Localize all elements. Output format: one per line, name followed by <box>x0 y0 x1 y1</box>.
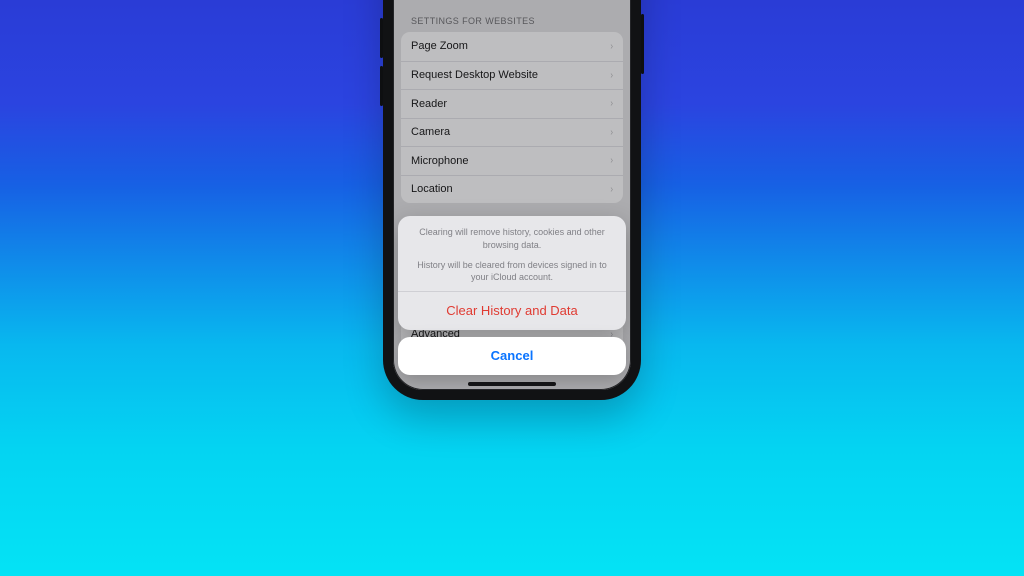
chevron-right-icon: › <box>610 41 613 52</box>
row-reader[interactable]: Reader › <box>401 89 623 118</box>
chevron-right-icon: › <box>610 98 613 109</box>
chevron-right-icon: › <box>610 127 613 138</box>
action-sheet-card: Clearing will remove history, cookies an… <box>398 216 626 330</box>
action-sheet: Clearing will remove history, cookies an… <box>398 216 626 375</box>
row-label: Camera <box>411 126 450 138</box>
section-header-websites: SETTINGS FOR WEBSITES <box>401 0 623 32</box>
phone-frame: SETTINGS FOR WEBSITES Page Zoom › Reques… <box>383 0 641 400</box>
clear-history-button[interactable]: Clear History and Data <box>398 292 626 330</box>
sheet-message-line2: History will be cleared from devices sig… <box>416 259 608 283</box>
power-button <box>641 14 644 74</box>
row-location[interactable]: Location › <box>401 175 623 204</box>
row-label: Location <box>411 183 453 195</box>
row-label: Reader <box>411 98 447 110</box>
volume-down-button <box>380 66 383 106</box>
action-sheet-message: Clearing will remove history, cookies an… <box>398 216 626 291</box>
cancel-button[interactable]: Cancel <box>398 337 626 375</box>
row-label: Page Zoom <box>411 40 468 52</box>
chevron-right-icon: › <box>610 70 613 81</box>
volume-up-button <box>380 18 383 58</box>
row-page-zoom[interactable]: Page Zoom › <box>401 32 623 61</box>
sheet-message-line1: Clearing will remove history, cookies an… <box>416 226 608 250</box>
row-microphone[interactable]: Microphone › <box>401 146 623 175</box>
row-label: Microphone <box>411 155 468 167</box>
chevron-right-icon: › <box>610 184 613 195</box>
row-request-desktop[interactable]: Request Desktop Website › <box>401 61 623 90</box>
row-camera[interactable]: Camera › <box>401 118 623 147</box>
settings-list-area: SETTINGS FOR WEBSITES Page Zoom › Reques… <box>393 0 631 203</box>
chevron-right-icon: › <box>610 155 613 166</box>
row-label: Request Desktop Website <box>411 69 538 81</box>
settings-list: Page Zoom › Request Desktop Website › Re… <box>401 32 623 203</box>
phone-screen: SETTINGS FOR WEBSITES Page Zoom › Reques… <box>393 0 631 390</box>
home-indicator[interactable] <box>468 382 556 386</box>
